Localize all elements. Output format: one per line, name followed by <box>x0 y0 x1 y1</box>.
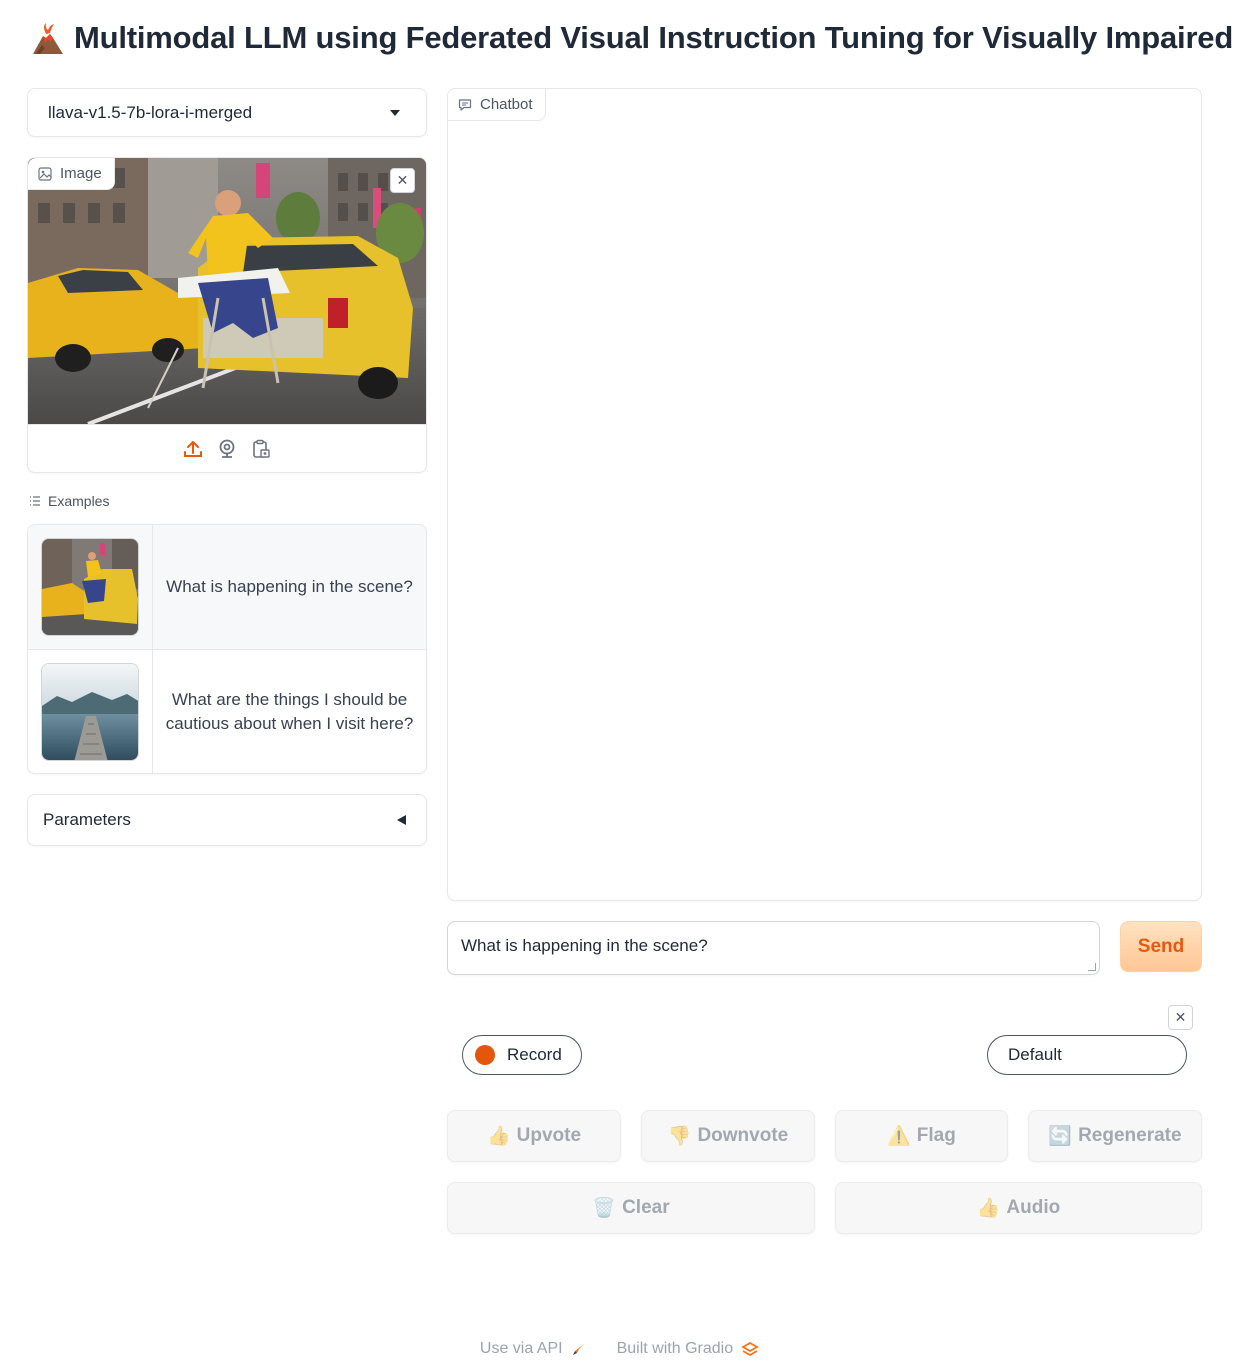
chatbot-label-text: Chatbot <box>480 96 533 113</box>
regenerate-button[interactable]: 🔄 Regenerate <box>1028 1110 1202 1162</box>
upvote-button[interactable]: 👍 Upvote <box>447 1110 621 1162</box>
example-thumb-cell <box>28 525 153 649</box>
message-input-value: What is happening in the scene? <box>461 936 708 955</box>
audio-button[interactable]: 👍 Audio <box>835 1182 1202 1234</box>
resize-handle[interactable] <box>1088 963 1096 971</box>
examples-label-text: Examples <box>48 493 110 509</box>
chat-icon <box>458 98 472 111</box>
close-icon[interactable]: ✕ <box>390 168 415 193</box>
clear-button[interactable]: 🗑️ Clear <box>447 1182 815 1234</box>
example-row[interactable]: What are the things I should be cautious… <box>28 650 426 773</box>
record-label: Record <box>507 1045 562 1064</box>
examples-label: Examples <box>29 493 109 509</box>
example-row[interactable]: What is happening in the scene? <box>28 525 426 649</box>
chevron-down-icon <box>390 109 400 116</box>
flag-button[interactable]: ⚠️ Flag <box>835 1110 1008 1162</box>
footer: Use via API Built with Gradio <box>0 1340 1239 1358</box>
use-via-api-label: Use via API <box>479 1340 563 1357</box>
example-thumb-cell <box>28 650 153 773</box>
model-dropdown-value: llava-v1.5-7b-lora-i-merged <box>48 102 253 122</box>
image-label: Image <box>28 158 115 190</box>
example-text: What is happening in the scene? <box>166 577 413 596</box>
page-header: Multimodal LLM using Federated Visual In… <box>30 16 1233 60</box>
refresh-icon: 🔄 <box>1048 1126 1073 1147</box>
close-icon[interactable]: ✕ <box>1168 1005 1193 1030</box>
example-text: What are the things I should be cautious… <box>165 690 414 733</box>
example-thumbnail <box>41 663 139 761</box>
collapse-arrow-icon <box>397 815 406 825</box>
webcam-icon[interactable] <box>217 439 237 459</box>
examples-table: What is happening in the scene? What are… <box>27 524 427 774</box>
chatbot-label: Chatbot <box>448 89 546 121</box>
trash-icon: 🗑️ <box>592 1198 617 1219</box>
record-button[interactable]: Record <box>462 1035 582 1075</box>
send-button[interactable]: Send <box>1120 921 1202 972</box>
message-input[interactable]: What is happening in the scene? <box>447 921 1100 975</box>
flag-label: Flag <box>916 1125 956 1146</box>
use-via-api-link[interactable]: Use via API <box>480 1340 587 1358</box>
image-source-toolbar <box>28 424 426 472</box>
parameters-accordion[interactable]: Parameters <box>27 794 427 846</box>
clear-label: Clear <box>622 1197 670 1218</box>
model-dropdown[interactable]: llava-v1.5-7b-lora-i-merged <box>27 88 427 137</box>
volcano-icon <box>33 23 63 54</box>
upvote-label: Upvote <box>516 1125 582 1146</box>
gradio-logo-icon <box>741 1341 759 1357</box>
voice-select[interactable]: Default <box>987 1035 1187 1075</box>
list-icon <box>30 496 40 506</box>
record-dot-icon <box>475 1045 495 1065</box>
upload-icon[interactable] <box>183 439 203 459</box>
downvote-label: Downvote <box>697 1125 789 1146</box>
downvote-button[interactable]: 👎 Downvote <box>641 1110 815 1162</box>
chatbot-panel: Chatbot <box>447 88 1202 901</box>
image-icon <box>38 166 52 181</box>
rocket-icon <box>572 1344 584 1355</box>
regenerate-label: Regenerate <box>1078 1125 1182 1146</box>
built-with-gradio-link[interactable]: Built with Gradio <box>617 1340 760 1358</box>
voice-select-value: Default <box>1008 1045 1062 1064</box>
warning-icon: ⚠️ <box>887 1126 911 1147</box>
uploaded-image <box>28 158 426 424</box>
built-with-gradio-label: Built with Gradio <box>616 1340 734 1357</box>
thumbs-up-icon: 👍 <box>976 1198 1001 1219</box>
thumbs-down-icon: 👎 <box>667 1126 692 1147</box>
audio-label: Audio <box>1006 1197 1061 1218</box>
image-label-text: Image <box>60 165 102 182</box>
page-title: Multimodal LLM using Federated Visual In… <box>74 20 1234 55</box>
image-input-panel[interactable]: Image ✕ <box>27 157 427 473</box>
clipboard-icon[interactable] <box>251 439 271 459</box>
example-thumbnail <box>41 538 139 636</box>
thumbs-up-icon: 👍 <box>486 1126 511 1147</box>
parameters-label: Parameters <box>43 810 131 829</box>
